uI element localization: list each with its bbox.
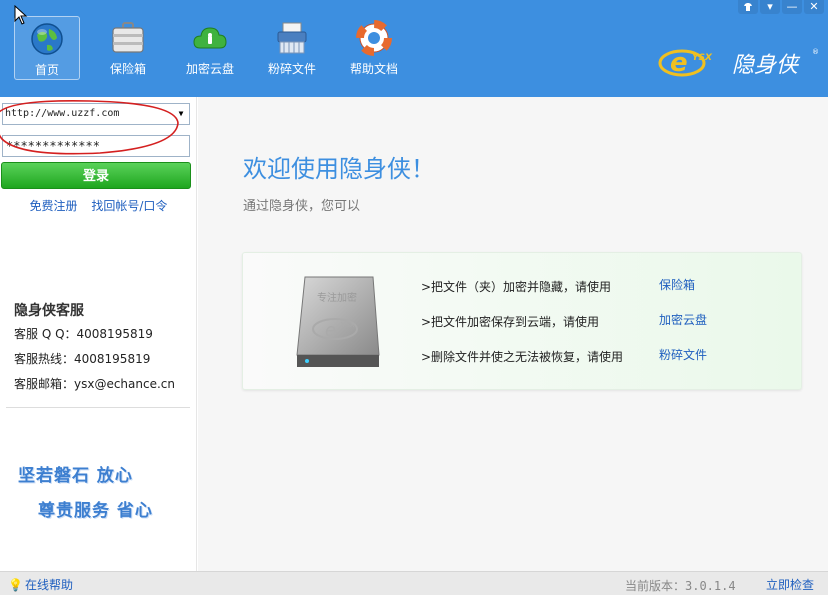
hard-drive-icon: 专注加密 e YSX — [296, 276, 380, 367]
toolbar-shredder-label: 粉碎文件 — [267, 62, 316, 76]
feature-text-1: >把文件（夹）加密并隐藏，请使用 — [421, 280, 612, 294]
lifebuoy-icon — [356, 20, 392, 56]
toolbar-help-label: 帮助文档 — [349, 62, 398, 76]
feature-text-2: >把文件加密保存到云端，请使用 — [421, 315, 600, 329]
main-content: 欢迎使用隐身侠！ 通过隐身侠，您可以 专注加密 e YSX >把文件（夹）加密并… — [198, 97, 828, 571]
register-link[interactable]: 免费注册 — [30, 199, 78, 213]
toolbar-help[interactable]: 帮助文档 — [341, 16, 407, 80]
login-button[interactable]: 登录 — [1, 162, 191, 189]
svg-text:e: e — [670, 48, 688, 78]
dropdown-arrow-icon[interactable]: ▼ — [175, 104, 187, 124]
top-toolbar: 首页 保险箱 加密云盘 粉碎文件 帮助文档 ▾ — ✕ e YSX 隐身侠 ® — [0, 0, 828, 97]
shirt-icon — [744, 3, 752, 11]
lightbulb-icon: 💡 — [8, 578, 23, 592]
mouse-cursor-icon — [14, 5, 28, 25]
service-email: 客服邮箱：ysx@echance.cn — [14, 377, 175, 391]
toolbar-home-label: 首页 — [34, 63, 59, 77]
slogan-line-2: 尊贵服务 省心 — [38, 501, 153, 521]
svg-text:YSX: YSX — [340, 321, 355, 329]
toolbar-home[interactable]: 首页 — [14, 16, 80, 80]
account-links: 免费注册 找回帐号/口令 — [0, 197, 197, 214]
window-controls: ▾ — ✕ — [738, 0, 824, 14]
online-help-label: 在线帮助 — [24, 578, 73, 592]
online-help-link[interactable]: 💡 在线帮助 — [8, 576, 73, 593]
toolbar-cloud-label: 加密云盘 — [185, 62, 234, 76]
customer-service-title: 隐身侠客服 — [14, 303, 84, 319]
welcome-title: 欢迎使用隐身侠！ — [243, 155, 435, 183]
toolbar-shredder[interactable]: 粉碎文件 — [259, 16, 325, 80]
recover-account-link[interactable]: 找回帐号/口令 — [91, 199, 167, 213]
feature-link-safe[interactable]: 保险箱 — [659, 276, 695, 293]
skin-button[interactable] — [738, 0, 758, 14]
feature-card: 专注加密 e YSX >把文件（夹）加密并隐藏，请使用 保险箱 >把文件加密保存… — [242, 252, 802, 390]
toolbar-safe-label: 保险箱 — [109, 62, 146, 76]
svg-text:®: ® — [812, 48, 818, 56]
close-button[interactable]: ✕ — [804, 0, 824, 14]
svg-text:YSX: YSX — [692, 53, 713, 63]
status-bar: 💡 在线帮助 当前版本：3.0.1.4 立即检查 — [0, 571, 828, 595]
cloud-lock-icon — [193, 27, 227, 49]
toolbar-cloud[interactable]: 加密云盘 — [177, 16, 243, 80]
toolbar-safe[interactable]: 保险箱 — [95, 16, 161, 80]
check-update-link[interactable]: 立即检查 — [766, 576, 814, 593]
menu-button[interactable]: ▾ — [760, 0, 780, 14]
feature-text-3: >删除文件并使之无法被恢复，请使用 — [421, 350, 624, 364]
svg-text:隐身侠: 隐身侠 — [732, 53, 801, 78]
password-field[interactable]: ************* — [2, 135, 190, 157]
slogan-line-1: 坚若磐石 放心 — [18, 466, 133, 486]
safe-icon — [112, 22, 144, 53]
brand-logo: e YSX 隐身侠 ® — [658, 48, 818, 78]
server-url-select[interactable]: http://www.uzzf.com ▼ — [2, 103, 190, 125]
minimize-button[interactable]: — — [782, 0, 802, 14]
service-hotline: 客服热线：4008195819 — [14, 352, 151, 366]
panel-divider — [6, 407, 190, 408]
server-url-value: http://www.uzzf.com — [5, 108, 120, 119]
svg-text:e: e — [325, 320, 336, 341]
service-qq: 客服 Q Q：4008195819 — [14, 327, 153, 341]
feature-link-shred[interactable]: 粉碎文件 — [659, 346, 707, 363]
login-panel: http://www.uzzf.com ▼ ************* 登录 免… — [0, 97, 197, 571]
feature-link-cloud[interactable]: 加密云盘 — [659, 311, 707, 328]
welcome-subtitle: 通过隐身侠，您可以 — [243, 199, 361, 214]
shredder-icon — [277, 22, 307, 54]
hdd-label: 专注加密 — [317, 291, 357, 304]
globe-icon — [31, 23, 63, 55]
version-label: 当前版本：3.0.1.4 — [625, 579, 736, 593]
